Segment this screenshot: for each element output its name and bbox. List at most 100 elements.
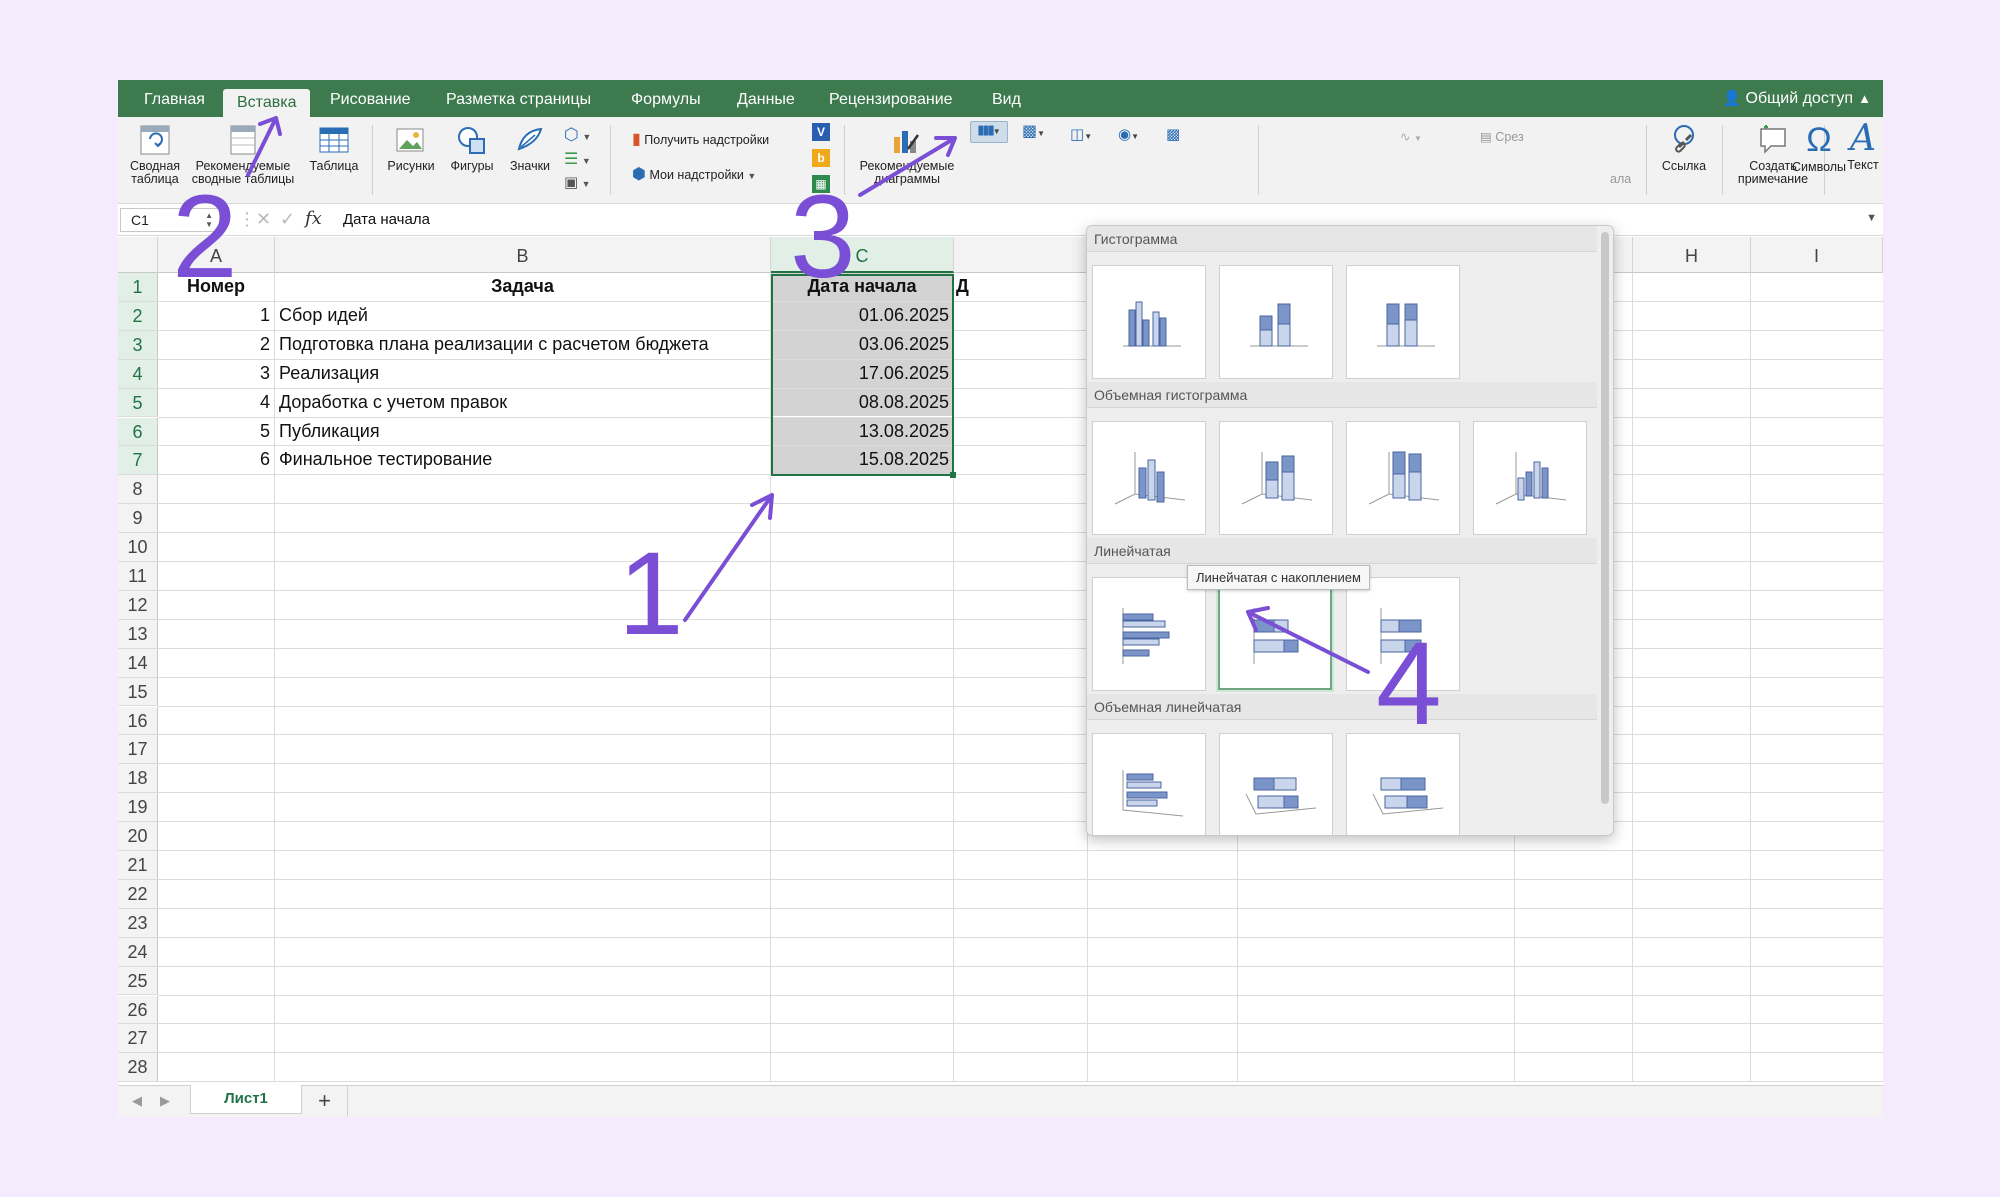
cell-number[interactable]: 4 <box>158 389 274 417</box>
cell-number[interactable]: 5 <box>158 418 274 446</box>
tab-draw[interactable]: Рисование <box>330 80 411 117</box>
row-header-13[interactable]: 13 <box>118 619 158 649</box>
bing-icon[interactable]: b <box>812 149 830 167</box>
clustered-bar-thumb[interactable] <box>1092 577 1206 691</box>
function-icon[interactable]: fx <box>305 208 322 229</box>
3d-clustered-bar-thumb[interactable] <box>1092 733 1206 835</box>
row-header-14[interactable]: 14 <box>118 648 158 678</box>
sparkline-icon[interactable]: ∿ ▼ <box>1400 129 1422 144</box>
row-header-5[interactable]: 5 <box>118 388 158 418</box>
row-header-11[interactable]: 11 <box>118 562 158 591</box>
3d-100-stacked-column-thumb[interactable] <box>1346 421 1460 535</box>
3d-stacked-bar-thumb[interactable] <box>1219 733 1333 835</box>
row-header-6[interactable]: 6 <box>118 417 158 447</box>
visio-icon[interactable]: V <box>812 123 830 141</box>
row-header-18[interactable]: 18 <box>118 764 158 794</box>
hierarchy-chart-dropdown[interactable]: ▩▼ <box>1022 121 1045 141</box>
cell-number[interactable]: 3 <box>158 360 274 388</box>
row-header-2[interactable]: 2 <box>118 301 158 331</box>
row-header-24[interactable]: 24 <box>118 937 158 967</box>
pictures-button[interactable]: Рисунки <box>380 117 442 173</box>
cell-task[interactable]: Финальное тестирование <box>275 446 770 474</box>
cell-header-end-date-fragment[interactable]: Д <box>956 273 976 301</box>
fill-handle[interactable] <box>950 472 956 478</box>
tab-formulas[interactable]: Формулы <box>631 80 701 117</box>
row-header-27[interactable]: 27 <box>118 1024 158 1054</box>
next-sheet-icon[interactable]: ▶ <box>160 1093 170 1109</box>
select-all-corner[interactable] <box>118 237 158 273</box>
map-chart-dropdown[interactable]: ◉▼ <box>1118 125 1139 143</box>
row-header-16[interactable]: 16 <box>118 706 158 736</box>
cell-task[interactable]: Доработка с учетом правок <box>275 389 770 417</box>
3d-clustered-column-thumb[interactable] <box>1092 421 1206 535</box>
shapes-button[interactable]: Фигуры <box>442 117 502 173</box>
cell-task[interactable]: Подготовка плана реализации с расчетом б… <box>275 331 770 359</box>
stacked-column-thumb[interactable] <box>1219 265 1333 379</box>
cell-number[interactable]: 6 <box>158 446 274 474</box>
cell-task[interactable]: Публикация <box>275 418 770 446</box>
table-button[interactable]: Таблица <box>302 117 366 173</box>
row-header-19[interactable]: 19 <box>118 793 158 823</box>
link-button[interactable]: Ссылка <box>1654 117 1714 173</box>
row-header-10[interactable]: 10 <box>118 533 158 562</box>
pivot-chart-button[interactable]: ▩ <box>1166 125 1180 143</box>
row-header-8[interactable]: 8 <box>118 475 158 505</box>
100-stacked-column-thumb[interactable] <box>1346 265 1460 379</box>
clustered-column-thumb[interactable] <box>1092 265 1206 379</box>
my-addins-button[interactable]: ⬢ Мои надстройки ▼ <box>632 164 756 184</box>
tab-view[interactable]: Вид <box>992 80 1021 117</box>
row-header-20[interactable]: 20 <box>118 822 158 851</box>
cell-task[interactable]: Реализация <box>275 360 770 388</box>
3d-stacked-column-thumb[interactable] <box>1219 421 1333 535</box>
row-header-22[interactable]: 22 <box>118 879 158 909</box>
row-header-21[interactable]: 21 <box>118 851 158 880</box>
tab-page-layout[interactable]: Разметка страницы <box>446 80 591 117</box>
row-header-4[interactable]: 4 <box>118 359 158 389</box>
share-button[interactable]: 👤 Общий доступ <box>1723 80 1853 117</box>
row-header-25[interactable]: 25 <box>118 966 158 996</box>
row-header-1[interactable]: 1 <box>118 273 158 302</box>
sheet-tab[interactable]: Лист1 <box>190 1085 302 1114</box>
column-header-i[interactable]: I <box>1751 237 1883 273</box>
add-sheet-button[interactable]: + <box>302 1086 348 1116</box>
confirm-icon[interactable]: ✓ <box>280 209 295 230</box>
formula-expand-icon[interactable]: ▼ <box>1866 212 1877 224</box>
3d-column-thumb[interactable] <box>1473 421 1587 535</box>
symbols-button[interactable]: Ω Символы <box>1778 119 1860 174</box>
spreadsheet-grid[interactable]: ABCGHI 123456789101112131415161718192021… <box>118 237 1883 1085</box>
cell-number[interactable]: 1 <box>158 302 274 330</box>
recommended-charts-button[interactable]: Рекомендуемые диаграммы <box>852 117 962 186</box>
slicer-button[interactable]: ▤ Срез <box>1480 129 1524 144</box>
row-header-12[interactable]: 12 <box>118 590 158 620</box>
3d-models-icon[interactable]: ⬡ ▼ <box>564 125 591 145</box>
row-header-7[interactable]: 7 <box>118 446 158 476</box>
row-header-3[interactable]: 3 <box>118 330 158 360</box>
column-header-h[interactable]: H <box>1633 237 1751 273</box>
prev-sheet-icon[interactable]: ◀ <box>132 1093 142 1109</box>
cancel-icon[interactable]: ✕ <box>256 209 271 230</box>
icons-button[interactable]: Значки <box>502 117 558 173</box>
row-header-15[interactable]: 15 <box>118 677 158 707</box>
screenshot-icon[interactable]: ▣ ▼ <box>564 173 591 191</box>
statistic-chart-dropdown[interactable]: ◫▼ <box>1070 125 1092 143</box>
column-header[interactable] <box>954 237 1088 273</box>
row-header-23[interactable]: 23 <box>118 908 158 938</box>
cell-task[interactable]: Сбор идей <box>275 302 770 330</box>
row-header-26[interactable]: 26 <box>118 995 158 1025</box>
formula-input[interactable]: Дата начала <box>343 211 430 228</box>
cell-header-task[interactable]: Задача <box>275 273 770 301</box>
cell-number[interactable]: 2 <box>158 331 274 359</box>
panel-scrollbar[interactable] <box>1601 232 1609 804</box>
column-chart-dropdown[interactable]: ▮▮▮▼ <box>970 121 1008 143</box>
row-header-9[interactable]: 9 <box>118 504 158 534</box>
column-header-b[interactable]: B <box>275 237 771 273</box>
tab-insert[interactable]: Вставка <box>223 89 311 117</box>
stacked-bar-thumb[interactable] <box>1218 576 1332 690</box>
tab-home[interactable]: Главная <box>144 80 205 117</box>
get-addins-button[interactable]: ▮ Получить надстройки <box>632 129 769 149</box>
row-header-28[interactable]: 28 <box>118 1053 158 1083</box>
tab-review[interactable]: Рецензирование <box>829 80 953 117</box>
row-header-17[interactable]: 17 <box>118 735 158 765</box>
tab-data[interactable]: Данные <box>737 80 795 117</box>
smartart-icon[interactable]: ☰ ▼ <box>564 149 591 169</box>
